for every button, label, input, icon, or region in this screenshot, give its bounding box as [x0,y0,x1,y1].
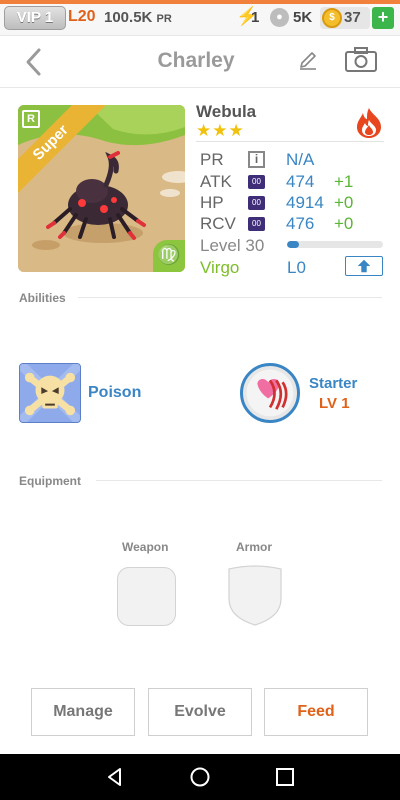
resource-status-bar: VIP 1 L20 100.5K PR ⚡ 1 ● 5K $ 37 + [0,0,400,36]
pet-name-title: Charley [157,49,235,72]
system-home-icon[interactable] [189,766,211,788]
stat-gem-icon: 00 [248,217,265,231]
stat-value: 476 [286,214,315,233]
ability-poison-label[interactable]: Poison [88,384,141,402]
system-recents-icon[interactable] [276,768,294,786]
add-coins-button[interactable]: + [372,7,394,29]
status-accent-strip [0,0,400,4]
paw-count: 5K [293,9,313,26]
stat-label: PR [200,150,224,169]
player-level: L20 [68,8,96,25]
pet-detail-screen: VIP 1 L20 100.5K PR ⚡ 1 ● 5K $ 37 + Char… [0,0,400,800]
ability-starter-level: LV 1 [319,395,350,412]
zodiac-label: Virgo [200,258,240,277]
stat-label: HP [200,193,224,212]
skull-crossbones-icon[interactable] [19,363,81,423]
ability-starter-label[interactable]: Starter [309,375,357,392]
equipment-divider [96,480,382,481]
weapon-slot[interactable] [117,567,176,626]
abilities-heading: Abilities [19,291,66,305]
stat-gem-icon: 00 [248,175,265,189]
stat-bonus: +1 [334,172,354,191]
stat-label: ATK [200,172,232,191]
pet-species: Webula [196,102,257,121]
star-rating: ★★★ [196,121,245,140]
coin-icon: $ [322,8,342,28]
stat-value: 474 [286,172,315,191]
pet-level-label: Level 30 [200,236,265,255]
top-nav-bar: Charley [0,36,400,88]
shield-icon[interactable] [226,565,284,627]
system-back-icon[interactable] [104,766,126,788]
stat-gem-icon: 00 [248,196,265,210]
pet-portrait[interactable]: R Super ♍ [18,105,185,272]
stat-value: N/A [286,150,315,169]
upgrade-arrow-icon[interactable] [345,256,383,276]
level-progress-bar [287,241,383,248]
equipment-heading: Equipment [19,474,81,488]
stat-bonus: +0 [334,193,354,212]
energy-count: 1 [251,9,260,26]
level-progress-fill [287,241,299,248]
abilities-divider [78,297,382,298]
evolve-button[interactable]: Evolve [148,688,252,736]
player-power-value: 100.5K [104,9,153,26]
vip-badge[interactable]: VIP 1 [4,6,66,30]
zodiac-virgo-icon: ♍ [153,240,185,272]
stats-divider [196,141,384,142]
player-power-unit: PR [156,13,172,25]
manage-button[interactable]: Manage [31,688,135,736]
fire-element-icon[interactable] [354,107,384,139]
edit-pencil-icon[interactable] [297,49,319,71]
rarity-letter-badge: R [22,110,40,128]
info-icon[interactable]: i [248,151,265,168]
camera-icon[interactable] [344,47,378,73]
coin-count: 37 [344,9,361,26]
system-nav-bar [0,754,400,800]
player-power: 100.5K PR [104,9,172,26]
evolve-level-label: L0 [287,258,306,277]
paw-icon: ● [270,8,289,27]
stat-bonus: +0 [334,214,354,233]
stat-label: RCV [200,214,236,233]
feed-button[interactable]: Feed [264,688,368,736]
armor-slot-label: Armor [236,540,273,554]
stat-value: 4914 [286,193,324,212]
weapon-slot-label: Weapon [122,540,169,554]
heart-claw-icon[interactable] [240,363,300,423]
